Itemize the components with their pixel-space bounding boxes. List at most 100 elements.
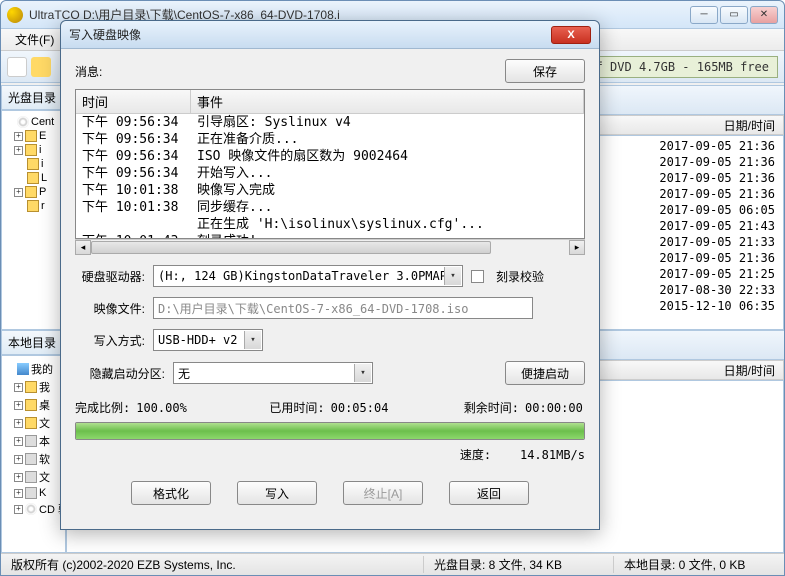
folder-icon bbox=[27, 158, 39, 170]
minimize-button[interactable]: ─ bbox=[690, 6, 718, 24]
speed-label: 速度: bbox=[460, 448, 491, 462]
folder-icon bbox=[27, 200, 39, 212]
tree-item[interactable]: +桌 bbox=[4, 396, 63, 414]
chevron-down-icon[interactable]: ▾ bbox=[244, 331, 261, 349]
image-file-field[interactable]: D:\用户目录\下载\CentOS-7-x86_64-DVD-1708.iso bbox=[153, 297, 533, 319]
tree-item[interactable]: +软 bbox=[4, 450, 63, 468]
tree-item[interactable]: +P bbox=[4, 185, 63, 199]
tree-item[interactable]: +我 bbox=[4, 378, 63, 396]
expand-icon[interactable]: + bbox=[14, 146, 23, 155]
drive-icon bbox=[25, 453, 37, 465]
scroll-left-arrow-icon[interactable]: ◂ bbox=[75, 240, 91, 255]
log-horizontal-scrollbar[interactable]: ◂ ▸ bbox=[75, 239, 585, 255]
elapsed-label: 已用时间: bbox=[269, 399, 324, 416]
expand-icon[interactable]: + bbox=[14, 188, 23, 197]
write-method-label: 写入方式: bbox=[75, 332, 145, 349]
tree-item[interactable]: Cent bbox=[4, 115, 63, 129]
progress-bar bbox=[75, 422, 585, 440]
log-row[interactable]: 下午 09:56:34ISO 映像文件的扇区数为 9002464 bbox=[76, 148, 584, 165]
expand-icon[interactable]: + bbox=[14, 455, 23, 464]
expand-icon[interactable]: + bbox=[14, 437, 23, 446]
dialog-close-button[interactable]: X bbox=[551, 26, 591, 44]
local-tree[interactable]: 我的+我+桌+文+本+软+文+K+CD 驱动器(I:) bbox=[1, 355, 66, 553]
status-copyright: 版权所有 (c)2002-2020 EZB Systems, Inc. bbox=[1, 556, 424, 573]
disk-drive-label: 硬盘驱动器: bbox=[75, 268, 145, 285]
log-row[interactable]: 下午 10:01:38映像写入完成 bbox=[76, 182, 584, 199]
app-icon bbox=[7, 7, 23, 23]
verify-checkbox[interactable] bbox=[471, 270, 484, 283]
disk-drive-combo[interactable]: (H:, 124 GB)KingstonDataTraveler 3.0PMAP… bbox=[153, 265, 463, 287]
status-disc-dir: 光盘目录: 8 文件, 34 KB bbox=[424, 556, 614, 573]
computer-icon bbox=[17, 363, 29, 375]
new-icon[interactable] bbox=[7, 57, 27, 77]
scroll-right-arrow-icon[interactable]: ▸ bbox=[569, 240, 585, 255]
expand-icon[interactable]: + bbox=[14, 489, 23, 498]
write-button[interactable]: 写入 bbox=[237, 481, 317, 505]
save-button[interactable]: 保存 bbox=[505, 59, 585, 83]
write-method-combo[interactable]: USB-HDD+ v2 ▾ bbox=[153, 329, 263, 351]
maximize-button[interactable]: ▭ bbox=[720, 6, 748, 24]
drive-icon bbox=[25, 487, 37, 499]
expand-icon[interactable]: + bbox=[14, 132, 23, 141]
status-local-dir: 本地目录: 0 文件, 0 KB bbox=[614, 556, 784, 573]
log-row[interactable]: 下午 09:56:34引导扇区: Syslinux v4 bbox=[76, 114, 584, 131]
elapsed-value: 00:05:04 bbox=[331, 401, 391, 415]
log-row[interactable]: 正在生成 'H:\isolinux\syslinux.cfg'... bbox=[76, 216, 584, 233]
tree-item[interactable]: L bbox=[4, 171, 63, 185]
expand-icon[interactable]: + bbox=[14, 383, 23, 392]
write-disk-image-dialog: 写入硬盘映像 X 消息: 保存 时间 事件 下午 09:56:34引导扇区: S… bbox=[60, 20, 600, 530]
tree-item[interactable]: +i bbox=[4, 143, 63, 157]
tree-item[interactable]: +CD 驱动器(I:) bbox=[4, 500, 63, 518]
dialog-titlebar[interactable]: 写入硬盘映像 X bbox=[61, 21, 599, 49]
return-button[interactable]: 返回 bbox=[449, 481, 529, 505]
log-row[interactable]: 下午 09:56:34正在准备介质... bbox=[76, 131, 584, 148]
done-ratio-label: 完成比例: bbox=[75, 399, 130, 416]
log-header-time[interactable]: 时间 bbox=[76, 90, 191, 113]
folder-icon bbox=[25, 417, 37, 429]
log-rows[interactable]: 下午 09:56:34引导扇区: Syslinux v4下午 09:56:34正… bbox=[76, 114, 584, 239]
expand-icon[interactable]: + bbox=[14, 473, 23, 482]
log-row[interactable]: 下午 10:01:38同步缓存... bbox=[76, 199, 584, 216]
hidden-boot-combo[interactable]: 无 ▾ bbox=[173, 362, 373, 384]
remain-label: 剩余时间: bbox=[464, 399, 519, 416]
cd-icon bbox=[25, 503, 37, 515]
dialog-title: 写入硬盘映像 bbox=[69, 26, 551, 43]
chevron-down-icon[interactable]: ▾ bbox=[354, 364, 371, 382]
tree-item[interactable]: i bbox=[4, 157, 63, 171]
folder-icon bbox=[25, 144, 37, 156]
folder-icon bbox=[25, 186, 37, 198]
expand-icon[interactable]: + bbox=[14, 401, 23, 410]
quick-boot-button[interactable]: 便捷启动 bbox=[505, 361, 585, 385]
disc-tree[interactable]: Cent+E+iiL+Pr bbox=[1, 110, 66, 330]
log-header-event[interactable]: 事件 bbox=[191, 90, 584, 113]
scroll-thumb[interactable] bbox=[91, 241, 491, 254]
disk-capacity-info: of DVD 4.7GB - 165MB free bbox=[579, 56, 778, 78]
local-dir-header: 本地目录 bbox=[1, 330, 66, 355]
open-icon[interactable] bbox=[31, 57, 51, 77]
folder-icon bbox=[25, 130, 37, 142]
image-file-label: 映像文件: bbox=[75, 300, 145, 317]
expand-icon[interactable]: + bbox=[14, 505, 23, 514]
drive-icon bbox=[25, 435, 37, 447]
disc-dir-header: 光盘目录 bbox=[1, 85, 66, 110]
tree-item[interactable]: +本 bbox=[4, 432, 63, 450]
folder-icon bbox=[25, 399, 37, 411]
statusbar: 版权所有 (c)2002-2020 EZB Systems, Inc. 光盘目录… bbox=[1, 553, 784, 575]
format-button[interactable]: 格式化 bbox=[131, 481, 211, 505]
tree-item[interactable]: +K bbox=[4, 486, 63, 500]
tree-item[interactable]: +文 bbox=[4, 414, 63, 432]
close-button[interactable]: ✕ bbox=[750, 6, 778, 24]
tree-item[interactable]: r bbox=[4, 199, 63, 213]
tree-item[interactable]: +文 bbox=[4, 468, 63, 486]
verify-label: 刻录校验 bbox=[496, 268, 544, 285]
drive-icon bbox=[25, 471, 37, 483]
log-box: 时间 事件 下午 09:56:34引导扇区: Syslinux v4下午 09:… bbox=[75, 89, 585, 239]
abort-button[interactable]: 终止[A] bbox=[343, 481, 423, 505]
folder-icon bbox=[25, 381, 37, 393]
chevron-down-icon[interactable]: ▾ bbox=[444, 267, 461, 285]
tree-item[interactable]: 我的 bbox=[4, 360, 63, 378]
log-row[interactable]: 下午 09:56:34开始写入... bbox=[76, 165, 584, 182]
tree-item[interactable]: +E bbox=[4, 129, 63, 143]
expand-icon[interactable]: + bbox=[14, 419, 23, 428]
menu-file[interactable]: 文件(F) bbox=[7, 29, 62, 50]
